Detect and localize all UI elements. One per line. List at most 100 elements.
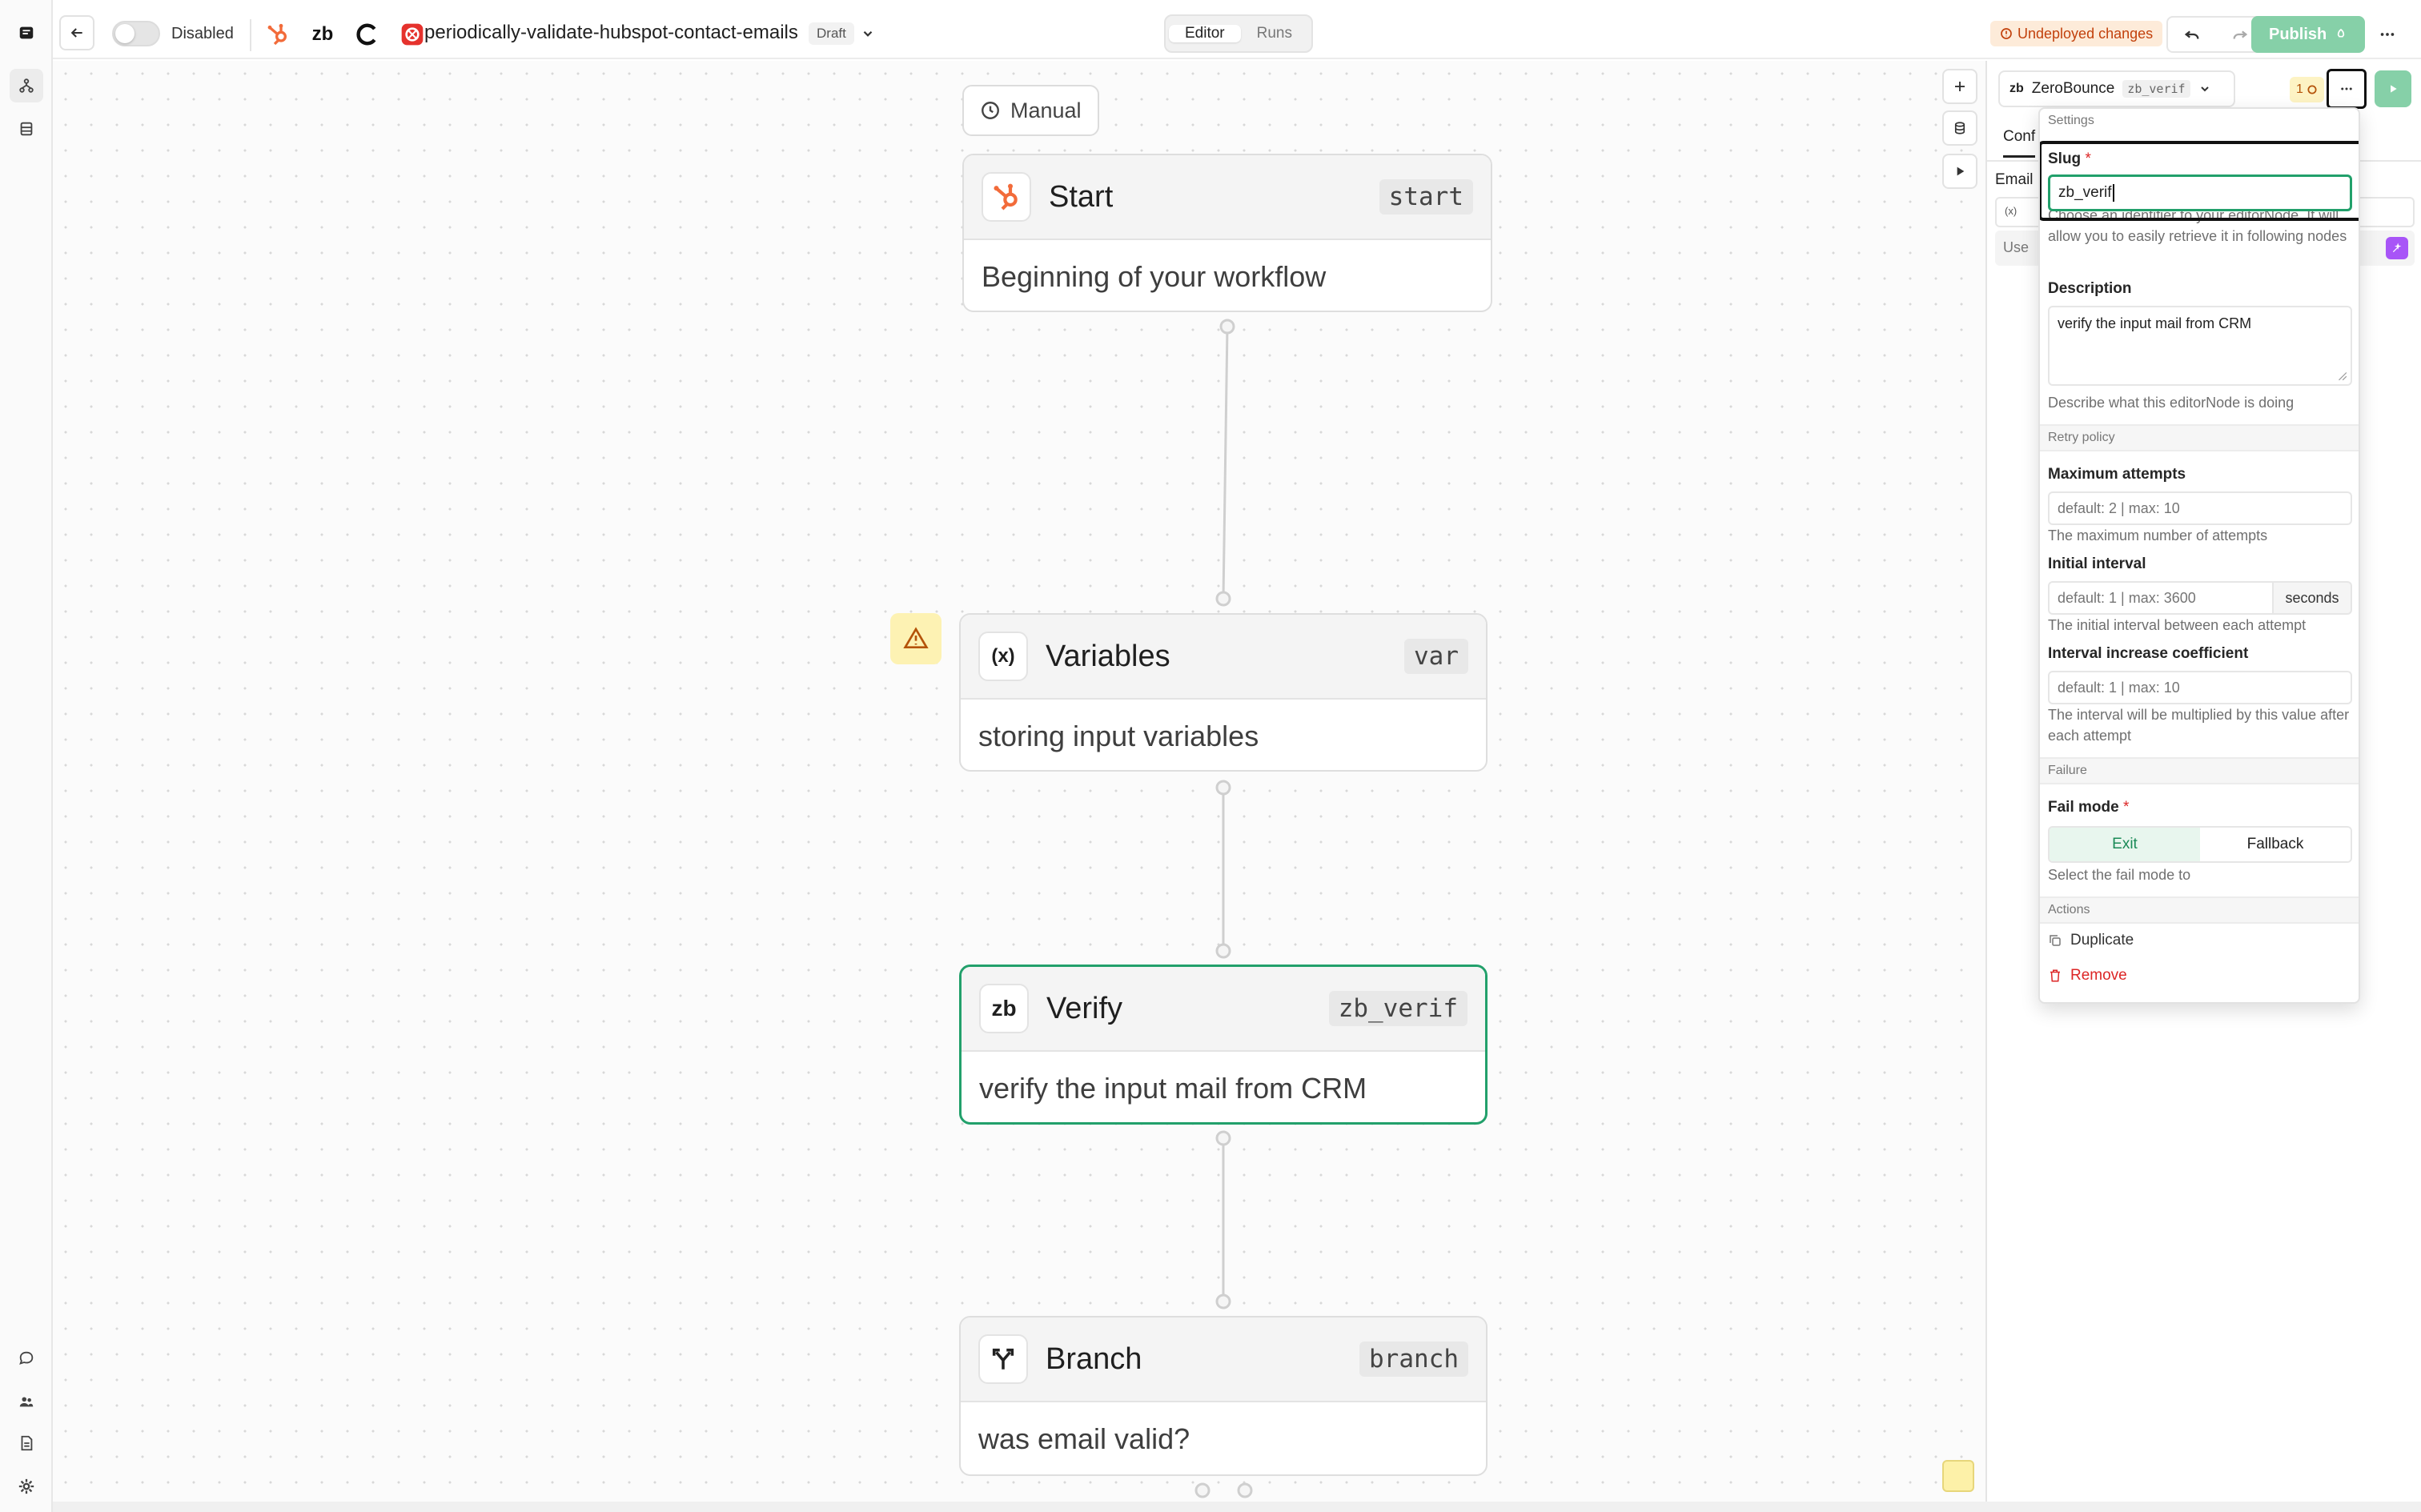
copy-icon [2050,935,2061,946]
magic-wand-icon[interactable] [2386,237,2408,259]
max-attempts-help: The maximum number of attempts [2048,527,2268,543]
docs-icon[interactable] [10,1426,43,1460]
node-header: (x) Variables var [961,615,1486,700]
app-logo-icon[interactable] [10,16,43,50]
variables-icon: (x) [978,632,1028,681]
alert-circle-icon [2001,28,2012,39]
variable-chip: (x) [2005,205,2018,217]
undo-icon[interactable] [2168,26,2216,43]
more-menu-button[interactable] [2370,18,2405,51]
undeployed-badge: Undeployed changes [1990,21,2163,46]
node-description: Beginning of your workflow [982,260,1327,293]
actions-header: Actions [2040,896,2359,924]
view-tabs: Editor Runs [1164,14,1313,53]
node-header: zb Verify zb_verif [962,967,1485,1052]
max-attempts-input[interactable] [2048,491,2352,525]
node-header: Branch branch [961,1317,1486,1402]
node-options-button[interactable] [2327,69,2367,109]
run-node-button[interactable] [2375,70,2411,107]
settings-header: Settings [2048,114,2094,127]
settings-gear-icon[interactable] [10,1470,43,1503]
email-field-label: Email [1995,171,2034,188]
toggle-label: Disabled [171,24,234,42]
trigger-badge[interactable]: Manual [962,85,1099,136]
coef-label: Interval increase coefficient [2048,645,2249,662]
chat-icon[interactable] [10,1342,43,1375]
tab-configuration[interactable]: Conf [2003,128,2036,158]
tables-icon[interactable] [10,112,43,146]
trash-icon [2050,969,2060,982]
left-rail [0,0,53,1512]
duplicate-action[interactable]: Duplicate [2048,932,2134,949]
clock-icon [982,102,999,119]
team-icon[interactable] [10,1385,43,1418]
description-value: verify the input mail from CRM [2058,315,2252,331]
node-description: was email valid? [978,1422,1190,1455]
node-start[interactable]: Start start Beginning of your workflow [962,154,1492,312]
use-expression-label: Use [2003,239,2030,255]
node-variables[interactable]: (x) Variables var storing input variable… [959,613,1488,772]
initial-interval-help: The initial interval between each attemp… [2048,617,2307,633]
max-attempts-label: Maximum attempts [2048,466,2186,483]
divider [250,19,251,51]
node-slug: var [1404,639,1468,674]
initial-interval-label: Initial interval [2048,555,2146,572]
slug-input[interactable]: zb_verif [2048,174,2352,211]
chevron-down-icon [863,30,873,37]
credits-badge: 1 [2290,77,2324,102]
coef-input[interactable] [2048,671,2352,704]
workflow-title[interactable]: periodically-validate-hubspot-contact-em… [424,22,798,44]
warning-badge[interactable] [890,613,942,664]
deploy-icon [2338,28,2345,38]
fail-mode-fallback[interactable]: Fallback [2200,828,2351,861]
remove-action[interactable]: Remove [2048,967,2127,985]
failure-header: Failure [2040,757,2359,784]
node-name: ZeroBounce [2031,80,2115,97]
add-node-button[interactable] [1942,69,1977,104]
enable-toggle[interactable] [112,21,160,46]
slug-label: Slug * [2048,150,2091,168]
initial-interval-input[interactable] [2048,581,2274,615]
coin-icon [2307,85,2317,94]
fail-mode-toggle: Exit Fallback [2048,826,2352,863]
node-branch[interactable]: Branch branch was email valid? [959,1316,1488,1476]
fail-mode-label-text: Fail mode [2048,799,2119,816]
back-button[interactable] [59,15,94,50]
test-run-button[interactable] [1942,154,1977,189]
required-marker: * [2118,799,2130,816]
more-horizontal-icon [2380,33,2395,36]
node-title: Variables [1046,639,1170,673]
node-title: Start [1049,179,1114,214]
node-slug: zb_verif [1328,991,1467,1026]
node-header: Start start [964,155,1491,240]
publish-label: Publish [2269,25,2327,43]
remove-label: Remove [2070,967,2127,984]
plus-icon [1955,82,1965,91]
resources-button[interactable] [1942,110,1977,146]
sticky-note-button[interactable] [1942,1460,1974,1492]
node-settings-popover: Settings Slug * Choose an identifier to … [2038,107,2360,1004]
text-cursor [2112,184,2114,202]
required-marker: * [2081,150,2091,167]
retry-policy-header: Retry policy [2040,424,2359,451]
node-selector[interactable]: zb ZeroBounce zb_verif [1998,70,2235,107]
resize-handle-icon[interactable] [2336,370,2347,381]
play-icon [2391,85,2397,93]
tab-runs[interactable]: Runs [1241,25,1308,42]
zerobounce-icon: zb [311,23,334,45]
node-slug: branch [1359,1342,1468,1377]
hubspot-icon [261,18,295,51]
flows-icon[interactable] [10,69,43,102]
database-icon [1954,122,1965,134]
node-verify[interactable]: zb Verify zb_verif verify the input mail… [959,965,1488,1125]
description-textarea[interactable]: verify the input mail from CRM [2048,306,2352,386]
description-label: Description [2048,280,2132,297]
version-select[interactable]: Draft [809,22,875,45]
zerobounce-icon: zb [979,984,1029,1033]
undeployed-label: Undeployed changes [2018,25,2154,42]
coef-help: The interval will be multiplied by this … [2048,707,2350,744]
fail-mode-exit[interactable]: Exit [2050,828,2200,861]
node-slug-chip: zb_verif [2122,80,2190,98]
tab-editor[interactable]: Editor [1169,25,1241,42]
publish-button[interactable]: Publish [2251,16,2366,53]
